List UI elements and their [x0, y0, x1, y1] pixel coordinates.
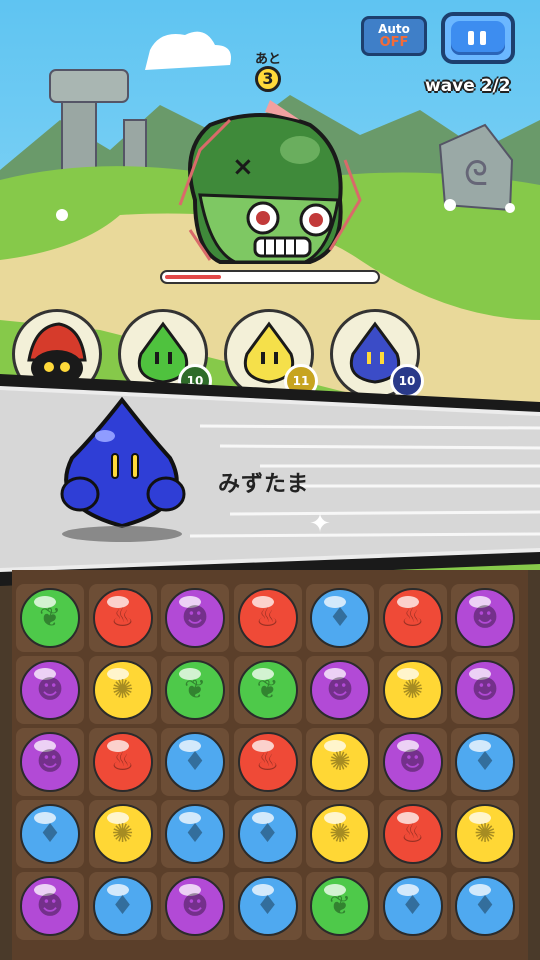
yellow-orb[interactable]: ✺ — [310, 804, 370, 864]
pause-icon — [451, 21, 505, 55]
leaf-icon: ❦ — [39, 603, 61, 633]
green-orb[interactable]: ❦ — [310, 876, 370, 936]
orb-board[interactable]: ❦ ♨ ☻ ♨ ♦ ♨ ☻ ☻ ✺ ❦ ❦ ☻ ✺ ☻ ☻ ♨ ♦ ♨ ✺ ☻ ♦ ♦ ✺ ♦ ♦ ✺ ♨ ✺ ☻ ♦ ☻ ♦ ❦ ♦ ♦ — [12, 570, 528, 960]
leaf-icon: ❦ — [184, 675, 206, 705]
water-drop-icon: ♦ — [255, 819, 280, 849]
blue-orb[interactable]: ♦ — [455, 876, 515, 936]
water-drop-icon: ♦ — [400, 891, 425, 921]
light-icon: ✺ — [329, 747, 351, 777]
monster-name: みずたま — [218, 472, 310, 497]
fire-icon: ♨ — [255, 747, 280, 777]
blue-orb[interactable]: ♦ — [237, 804, 298, 864]
leaf-icon: ❦ — [329, 891, 351, 921]
purple-orb[interactable]: ☻ — [455, 588, 515, 648]
sparkle-icon: ✦ — [309, 509, 331, 539]
fire-icon: ♨ — [400, 603, 425, 633]
turns-remaining-label: あと — [254, 52, 281, 67]
svg-text:×: × — [232, 152, 254, 182]
green-orb[interactable]: ❦ — [20, 588, 80, 648]
light-icon: ✺ — [474, 819, 496, 849]
demon-icon: ☻ — [36, 747, 64, 777]
green-orb[interactable]: ❦ — [237, 660, 298, 720]
water-drop-icon: ♦ — [110, 891, 135, 921]
demon-icon: ☻ — [181, 891, 209, 921]
yellow-orb[interactable]: ✺ — [382, 660, 443, 720]
demon-icon: ☻ — [36, 675, 64, 705]
demon-icon: ☻ — [36, 891, 64, 921]
green-orb[interactable]: ❦ — [165, 660, 225, 720]
purple-orb[interactable]: ☻ — [310, 660, 370, 720]
svg-text:ᘓ: ᘓ — [464, 154, 488, 194]
auto-toggle-button[interactable]: Auto OFF — [361, 16, 427, 56]
red-orb[interactable]: ♨ — [92, 588, 153, 648]
turns-remaining-value: 3 — [255, 66, 281, 92]
yellow-orb[interactable]: ✺ — [92, 660, 153, 720]
red-orb[interactable]: ♨ — [382, 804, 443, 864]
blue-orb[interactable]: ♦ — [237, 876, 298, 936]
red-orb[interactable]: ♨ — [237, 588, 298, 648]
auto-state-label: OFF — [379, 35, 409, 50]
light-icon: ✺ — [401, 675, 424, 705]
purple-orb[interactable]: ☻ — [20, 876, 80, 936]
blue-orb[interactable]: ♦ — [165, 732, 225, 792]
red-orb[interactable]: ♨ — [237, 732, 298, 792]
demon-icon: ☻ — [326, 675, 354, 705]
leaf-icon: ❦ — [256, 675, 279, 705]
light-icon: ✺ — [329, 819, 351, 849]
water-drop-icon: ♦ — [255, 891, 280, 921]
wave-counter: wave 2/2 — [425, 76, 511, 96]
fire-icon: ♨ — [400, 819, 425, 849]
enemy-hp-bar — [160, 270, 380, 284]
fire-icon: ♨ — [255, 603, 280, 633]
water-drop-icon: ♦ — [473, 747, 497, 777]
water-drop-icon: ♦ — [473, 891, 497, 921]
demon-icon: ☻ — [181, 603, 209, 633]
water-drop-icon: ♦ — [183, 747, 207, 777]
pause-button[interactable] — [441, 12, 515, 64]
blue-orb[interactable]: ♦ — [455, 732, 515, 792]
yellow-orb[interactable]: ✺ — [310, 732, 370, 792]
demon-icon: ☻ — [471, 675, 499, 705]
blue-orb[interactable]: ♦ — [92, 876, 153, 936]
red-orb[interactable]: ♨ — [92, 732, 153, 792]
blue-orb[interactable]: ♦ — [165, 804, 225, 864]
water-drop-icon: ♦ — [328, 603, 352, 633]
purple-orb[interactable]: ☻ — [20, 660, 80, 720]
blue-orb[interactable]: ♦ — [20, 804, 80, 864]
yellow-orb[interactable]: ✺ — [92, 804, 153, 864]
water-drop-icon: ♦ — [183, 819, 207, 849]
purple-orb[interactable]: ☻ — [165, 876, 225, 936]
blue-orb[interactable]: ♦ — [310, 588, 370, 648]
fire-icon: ♨ — [110, 603, 135, 633]
purple-orb[interactable]: ☻ — [165, 588, 225, 648]
purple-orb[interactable]: ☻ — [20, 732, 80, 792]
demon-icon: ☻ — [398, 747, 427, 777]
enemy-hp-fill — [165, 275, 221, 279]
blue-orb[interactable]: ♦ — [382, 876, 443, 936]
red-orb[interactable]: ♨ — [382, 588, 443, 648]
purple-orb[interactable]: ☻ — [382, 732, 443, 792]
purple-orb[interactable]: ☻ — [455, 660, 515, 720]
light-icon: ✺ — [111, 819, 134, 849]
fire-icon: ♨ — [110, 747, 135, 777]
light-icon: ✺ — [111, 675, 134, 705]
water-drop-icon: ♦ — [38, 819, 62, 849]
yellow-orb[interactable]: ✺ — [455, 804, 515, 864]
demon-icon: ☻ — [471, 603, 499, 633]
